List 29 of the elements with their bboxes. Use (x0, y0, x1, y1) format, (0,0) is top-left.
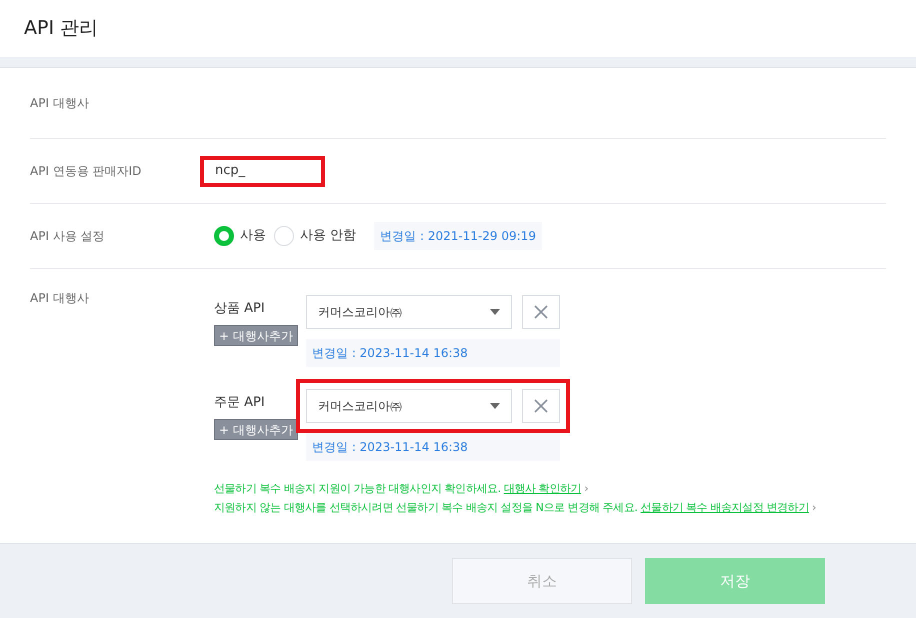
row-label: API 대행사 (30, 96, 89, 110)
agency-select[interactable]: 커머스코리아㈜ (306, 389, 512, 423)
agency-select[interactable]: 커머스코리아㈜ (306, 295, 512, 329)
dropdown-caret-icon (490, 309, 500, 315)
add-agency-button[interactable]: + 대행사추가 (214, 324, 298, 346)
radio-option[interactable]: 사용 (214, 226, 266, 246)
dropdown-caret-icon (490, 403, 500, 409)
cancel-button[interactable]: 취소 (452, 558, 632, 604)
change-date: 변경일 : 2023-11-14 16:38 (306, 339, 560, 367)
change-date: 변경일 : 2023-11-14 16:38 (306, 433, 560, 461)
notice-link[interactable]: 대행사 확인하기 (504, 482, 582, 495)
seller-id-field[interactable]: ncp_ (200, 156, 325, 186)
row-label: API 연동용 판매자ID (30, 164, 142, 178)
row-label: API 대행사 (30, 291, 89, 305)
notice-text: 지원하지 않는 대행사를 선택하시려면 선물하기 복수 배송지 설정을 N으로 변경해 주세요. 선물하기 복수 배송지설정 변경하기 › (214, 500, 816, 516)
api-label: 주문 API (214, 394, 265, 412)
close-icon (534, 305, 548, 319)
radio-option[interactable]: 사용 안함 (274, 226, 356, 246)
row-label: API 사용 설정 (30, 229, 105, 243)
notice-link[interactable]: 선물하기 복수 배송지설정 변경하기 (640, 500, 809, 514)
page-title: API 관리 (24, 16, 98, 42)
api-label: 상품 API (214, 300, 265, 318)
change-date: 변경일 : 2021-11-29 09:19 (374, 222, 542, 250)
remove-button[interactable] (522, 389, 560, 423)
save-button[interactable]: 저장 (645, 558, 825, 604)
remove-button[interactable] (522, 295, 560, 329)
close-icon (534, 399, 548, 413)
notice-text: 선물하기 복수 배송지 지원이 가능한 대행사인지 확인하세요. 대행사 확인하기 › (214, 481, 590, 497)
add-agency-button[interactable]: + 대행사추가 (214, 418, 298, 440)
